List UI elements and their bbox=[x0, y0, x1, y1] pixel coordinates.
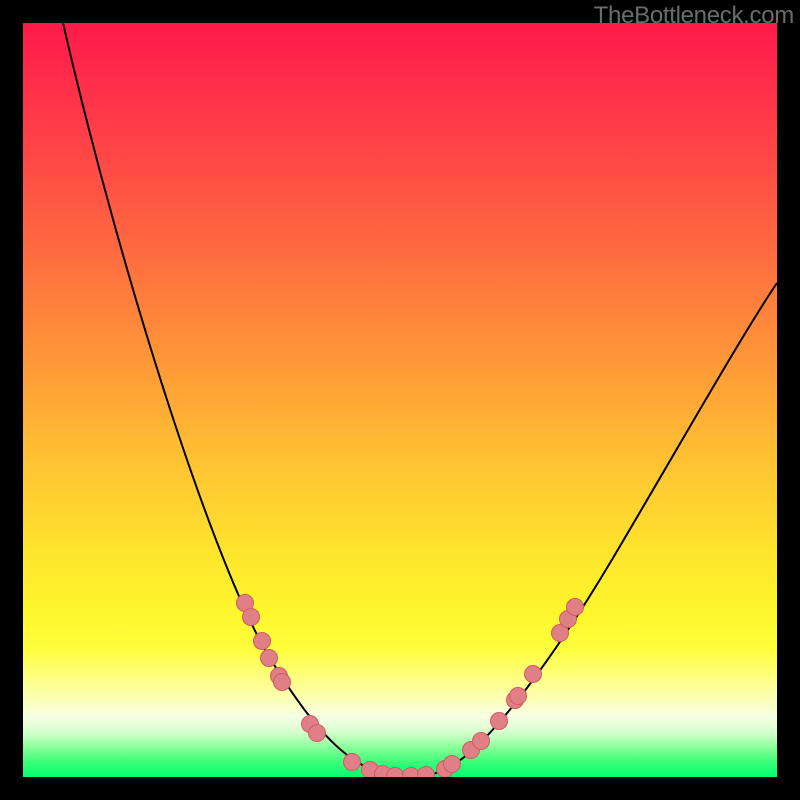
curve-layer bbox=[23, 23, 777, 777]
data-point bbox=[344, 754, 361, 771]
data-point bbox=[444, 756, 461, 773]
data-point bbox=[274, 674, 291, 691]
data-point bbox=[309, 725, 326, 742]
data-point bbox=[243, 609, 260, 626]
data-point bbox=[403, 768, 420, 778]
curve-right-curve bbox=[423, 283, 777, 776]
curve-paths bbox=[63, 23, 777, 777]
data-point bbox=[491, 713, 508, 730]
data-point bbox=[567, 599, 584, 616]
data-point bbox=[261, 650, 278, 667]
plot-area bbox=[23, 23, 777, 777]
chart-frame: TheBottleneck.com bbox=[0, 0, 800, 800]
data-point bbox=[510, 688, 527, 705]
data-point bbox=[418, 767, 435, 778]
data-points bbox=[237, 595, 584, 778]
data-point bbox=[254, 633, 271, 650]
curve-left-curve bbox=[63, 23, 388, 776]
data-point bbox=[525, 666, 542, 683]
data-point bbox=[473, 733, 490, 750]
watermark-text: TheBottleneck.com bbox=[594, 2, 794, 30]
